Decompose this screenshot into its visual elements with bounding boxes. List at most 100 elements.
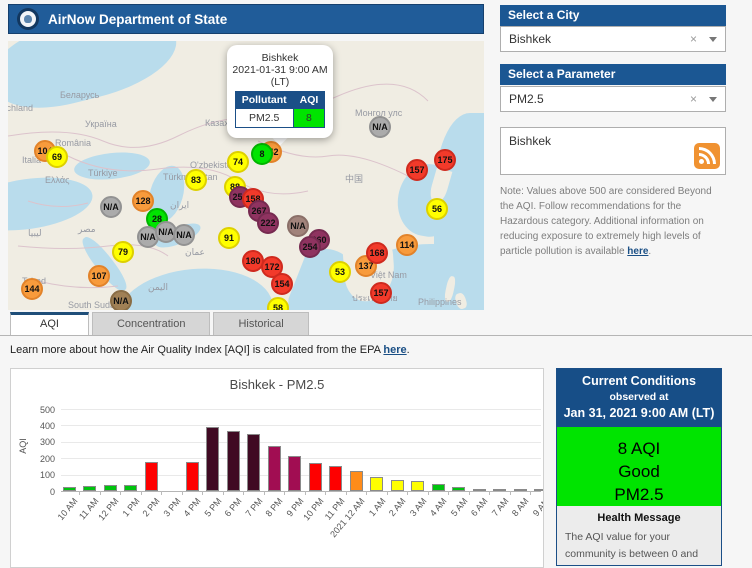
chart-bar-6-am[interactable]: [472, 488, 486, 491]
chart-bar-7-pm[interactable]: [247, 433, 260, 491]
tabs-row: AQI Concentration Historical: [0, 312, 752, 336]
chart-y-tick-label: 500: [39, 404, 55, 415]
aqi-marker[interactable]: 168: [366, 242, 388, 264]
aqi-marker[interactable]: 91: [218, 227, 240, 249]
chart-bar-1-am[interactable]: [370, 476, 383, 491]
aqi-marker[interactable]: 56: [426, 198, 448, 220]
chart-x-tick: [243, 491, 245, 495]
aqi-marker[interactable]: 107: [88, 265, 110, 287]
current-conditions-title: Current Conditions: [582, 374, 696, 388]
parameter-select[interactable]: PM2.5 ×: [500, 86, 726, 112]
chart-y-tick-label: 200: [39, 453, 55, 464]
chart-x-tick: [99, 491, 101, 495]
aqi-marker[interactable]: 8: [251, 143, 273, 165]
chart-bar-2-pm[interactable]: [144, 461, 158, 491]
popup-aqi-value: 8: [292, 108, 326, 128]
health-message-title: Health Message: [597, 512, 681, 524]
chart-bar-5-am[interactable]: [452, 486, 465, 491]
current-aqi-panel: 8 AQI Good PM2.5: [557, 427, 721, 506]
aqi-marker[interactable]: 175: [434, 149, 456, 171]
map-place-label: Ελλάς: [45, 175, 70, 185]
chart-x-tick: [530, 491, 532, 495]
aqi-marker[interactable]: 53: [329, 261, 351, 283]
aqi-marker[interactable]: 83: [185, 169, 207, 191]
learn-more-here-link[interactable]: here: [383, 344, 406, 356]
aqi-marker[interactable]: 157: [406, 159, 428, 181]
rss-icon[interactable]: [694, 143, 720, 169]
aqi-marker[interactable]: 254: [299, 236, 321, 258]
popup-datetime: 2021-01-31 9:00 AM: [232, 64, 328, 76]
feed-box[interactable]: Bishkek: [500, 127, 726, 175]
chart-bar-1-pm[interactable]: [124, 485, 137, 491]
chart-bar-7-am[interactable]: [493, 489, 506, 491]
chart-x-tick: [345, 491, 347, 495]
tab-historical[interactable]: Historical: [213, 312, 309, 335]
aqi-chart[interactable]: Bishkek - PM2.5 AQI 0 100 200 300 400 500 10 A…: [10, 368, 544, 568]
chart-bar-9-pm[interactable]: [288, 456, 301, 491]
chart-bar-4-pm[interactable]: [185, 462, 199, 491]
aqi-marker[interactable]: 114: [396, 234, 418, 256]
chart-x-tick: [489, 491, 491, 495]
map[interactable]: БеларусьschlandУкраїнаКазахстанRomâniaIt…: [8, 41, 484, 310]
map-popup[interactable]: Bishkek 2021-01-31 9:00 AM (LT) Pollutan…: [227, 45, 333, 138]
chart-bar-4-am[interactable]: [431, 483, 445, 491]
chart-bar-11-am[interactable]: [83, 486, 96, 491]
aqi-marker[interactable]: N/A: [100, 196, 122, 218]
aqi-marker[interactable]: 74: [227, 151, 249, 173]
chart-x-tick: [509, 491, 511, 495]
city-dropdown-caret-icon[interactable]: [709, 36, 717, 42]
aqi-marker[interactable]: 69: [46, 146, 68, 168]
aqi-marker[interactable]: 79: [112, 241, 134, 263]
chart-bar-2-am[interactable]: [390, 479, 404, 491]
tab-aqi[interactable]: AQI: [10, 312, 89, 335]
observation-datetime: Jan 31, 2021 9:00 AM (LT): [563, 406, 715, 420]
clear-city-icon[interactable]: ×: [690, 32, 697, 46]
chart-x-tick: [120, 491, 122, 495]
aqi-marker[interactable]: N/A: [173, 224, 195, 246]
current-conditions-panel: Current Conditions observed at Jan 31, 2…: [556, 368, 722, 566]
current-aqi-value: 8 AQI: [617, 439, 661, 458]
chart-bar-10-am[interactable]: [62, 486, 76, 491]
chart-bar-3-am[interactable]: [411, 481, 424, 491]
chart-bar-12-pm[interactable]: [103, 485, 117, 491]
state-department-seal-icon: [17, 8, 39, 30]
map-place-label: ليبيا: [28, 228, 42, 238]
aqi-marker[interactable]: 144: [21, 278, 43, 300]
observed-at-label: observed at: [609, 391, 669, 403]
popup-pollutant-value: PM2.5: [234, 108, 294, 128]
aqi-marker[interactable]: N/A: [287, 215, 309, 237]
aqi-marker[interactable]: 157: [370, 282, 392, 304]
chart-bar-8-am[interactable]: [513, 489, 527, 491]
chart-y-tick-label: 100: [39, 470, 55, 481]
chart-bar-2021-12-am[interactable]: [349, 470, 363, 491]
current-aqi-category: Good: [618, 462, 660, 481]
parameter-dropdown-caret-icon[interactable]: [709, 96, 717, 102]
learn-more-suffix: .: [406, 344, 410, 356]
learn-more-text: Learn more about how the Air Quality Ind…: [10, 344, 410, 356]
feed-city-text: Bishkek: [509, 134, 552, 148]
chart-x-tick: [468, 491, 470, 495]
chart-y-tick-label: 0: [49, 486, 55, 497]
city-select[interactable]: Bishkek ×: [500, 26, 726, 52]
aqi-marker[interactable]: N/A: [369, 116, 391, 138]
aqi-marker[interactable]: 222: [257, 212, 279, 234]
chart-bar-10-pm[interactable]: [308, 462, 322, 491]
note-here-link[interactable]: here: [627, 246, 648, 257]
aqi-marker[interactable]: 154: [271, 273, 293, 295]
popup-table: Pollutant AQI PM2.5 8: [234, 91, 326, 128]
clear-parameter-icon[interactable]: ×: [690, 92, 697, 106]
chart-x-tick: [161, 491, 163, 495]
chart-bar-11-pm[interactable]: [329, 465, 342, 491]
health-message-panel: Health Message The AQI value for your co…: [557, 506, 721, 565]
map-place-label: مصر: [78, 224, 96, 234]
chart-title: Bishkek - PM2.5: [229, 377, 325, 392]
tab-concentration[interactable]: Concentration: [91, 312, 211, 335]
chart-x-tick: [202, 491, 204, 495]
chart-bar-6-pm[interactable]: [226, 430, 240, 491]
chart-bar-5-pm[interactable]: [206, 427, 219, 491]
chart-gridline: [61, 458, 541, 460]
chart-bar-8-pm[interactable]: [267, 445, 281, 491]
chart-x-tick: [140, 491, 142, 495]
aqi-marker[interactable]: N/A: [110, 290, 132, 310]
chart-bar-9-am[interactable]: [534, 489, 543, 491]
